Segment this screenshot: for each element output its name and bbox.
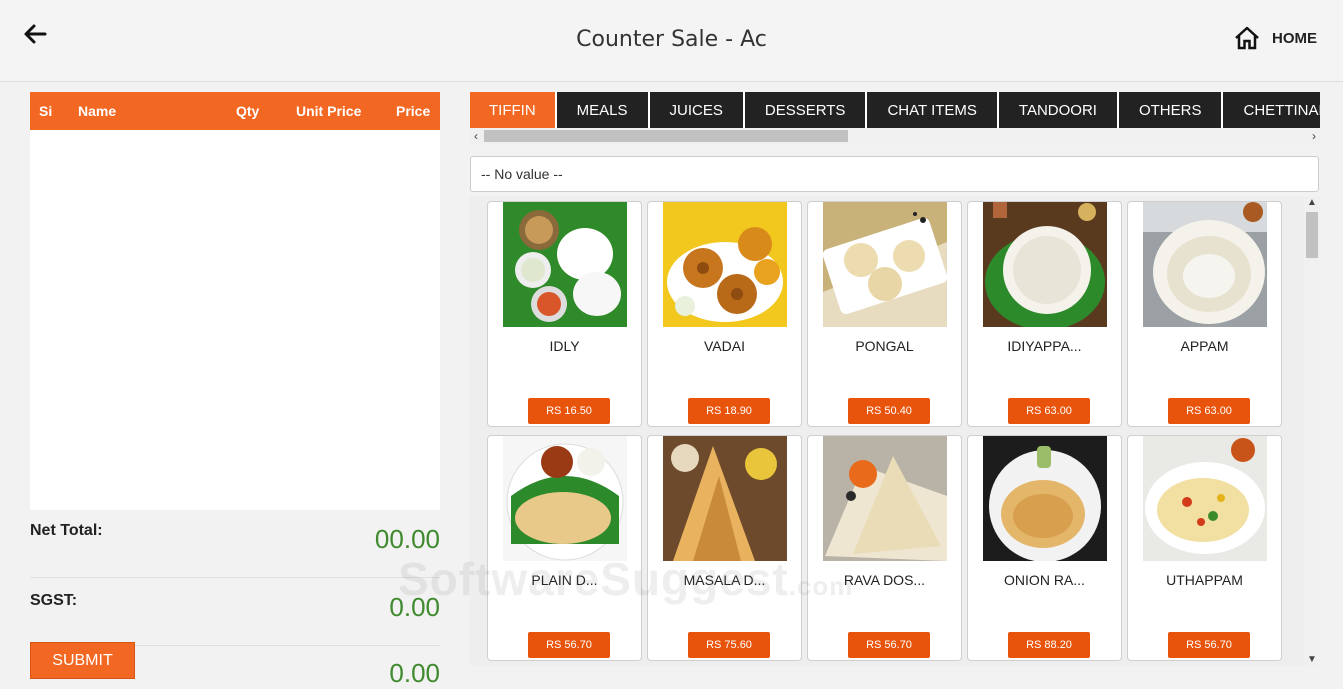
menu-item-card[interactable]: MASALA D... RS 75.60 <box>647 435 802 661</box>
menu-item-name: IDIYAPPA... <box>1007 338 1082 354</box>
net-total-label: Net Total: <box>30 522 103 539</box>
tabs-horizontal-scrollbar[interactable]: ‹ › <box>470 128 1320 144</box>
menu-item-name: APPAM <box>1180 338 1229 354</box>
tab-chettinadu[interactable]: CHETTINADU <box>1223 92 1320 128</box>
food-image <box>823 202 947 327</box>
tab-meals[interactable]: MEALS <box>556 92 650 128</box>
total-value-partial: 0.00 <box>389 658 440 688</box>
items-grid: IDLY RS 16.50 VADAI RS 18.90 PONGAL RS 50.40 I… <box>487 201 1282 661</box>
column-price: Price <box>396 103 431 119</box>
menu-item-name: VADAI <box>704 338 745 354</box>
menu-panel: TIFFIN MEALS JUICES DESSERTS CHAT ITEMS … <box>470 92 1320 679</box>
column-qty: Qty <box>236 103 260 119</box>
add-item-price-button[interactable]: RS 88.20 <box>1008 632 1090 658</box>
column-name: Name <box>78 103 117 119</box>
food-image <box>983 202 1107 327</box>
add-item-price-button[interactable]: RS 63.00 <box>1008 398 1090 424</box>
menu-item-name: UTHAPPAM <box>1166 572 1243 588</box>
scrollbar-thumb[interactable] <box>1306 212 1318 258</box>
add-item-price-button[interactable]: RS 16.50 <box>528 398 610 424</box>
menu-item-card[interactable]: UTHAPPAM RS 56.70 <box>1127 435 1282 661</box>
menu-item-card[interactable]: VADAI RS 18.90 <box>647 201 802 427</box>
menu-item-name: MASALA D... <box>683 572 766 588</box>
home-button[interactable]: HOME <box>1234 26 1317 50</box>
add-item-price-button[interactable]: RS 75.60 <box>688 632 770 658</box>
menu-item-card[interactable]: PLAIN D... RS 56.70 <box>487 435 642 661</box>
tab-desserts[interactable]: DESSERTS <box>744 92 868 128</box>
tab-tandoori[interactable]: TANDOORI <box>998 92 1119 128</box>
sgst-row: SGST: 0.00 <box>30 578 440 646</box>
column-unit-price: Unit Price <box>296 103 362 119</box>
food-image <box>1143 436 1267 561</box>
items-grid-area: IDLY RS 16.50 VADAI RS 18.90 PONGAL RS 50.40 I… <box>470 196 1320 666</box>
page-title: Counter Sale - Ac <box>576 27 767 52</box>
items-vertical-scrollbar[interactable]: ▲ ▼ <box>1304 196 1320 666</box>
tab-chat-items[interactable]: CHAT ITEMS <box>867 92 999 128</box>
sgst-value: 0.00 <box>389 592 440 622</box>
food-image <box>983 436 1107 561</box>
menu-item-card[interactable]: APPAM RS 63.00 <box>1127 201 1282 427</box>
food-image <box>663 202 787 327</box>
home-label: HOME <box>1272 29 1317 47</box>
submit-button[interactable]: SUBMIT <box>30 642 135 679</box>
tab-others[interactable]: OTHERS <box>1118 92 1224 128</box>
add-item-price-button[interactable]: RS 56.70 <box>848 632 930 658</box>
add-item-price-button[interactable]: RS 18.90 <box>688 398 770 424</box>
home-icon <box>1235 26 1259 50</box>
food-image <box>503 436 627 561</box>
scroll-down-icon[interactable]: ▼ <box>1304 654 1320 665</box>
scroll-up-icon[interactable]: ▲ <box>1304 197 1320 208</box>
menu-item-card[interactable]: ONION RA... RS 88.20 <box>967 435 1122 661</box>
food-image <box>503 202 627 327</box>
category-tabs: TIFFIN MEALS JUICES DESSERTS CHAT ITEMS … <box>470 92 1320 128</box>
tab-tiffin[interactable]: TIFFIN <box>470 92 557 128</box>
scrollbar-thumb[interactable] <box>484 130 848 142</box>
cart-panel: Si Name Qty Unit Price Price Net Total: … <box>30 92 440 688</box>
food-image <box>1143 202 1267 327</box>
top-bar: Counter Sale - Ac HOME <box>0 0 1343 82</box>
totals-section: Net Total: 00.00 SGST: 0.00 SUBMIT 0.00 <box>30 510 440 688</box>
cart-table-header: Si Name Qty Unit Price Price <box>30 92 440 130</box>
add-item-price-button[interactable]: RS 63.00 <box>1168 398 1250 424</box>
add-item-price-button[interactable]: RS 56.70 <box>1168 632 1250 658</box>
add-item-price-button[interactable]: RS 50.40 <box>848 398 930 424</box>
scroll-left-icon[interactable]: ‹ <box>474 128 478 144</box>
menu-item-name: RAVA DOS... <box>843 572 926 588</box>
column-si: Si <box>39 103 53 119</box>
net-total-row: Net Total: 00.00 <box>30 510 440 578</box>
food-image <box>663 436 787 561</box>
menu-item-card[interactable]: PONGAL RS 50.40 <box>807 201 962 427</box>
menu-item-card[interactable]: IDLY RS 16.50 <box>487 201 642 427</box>
add-item-price-button[interactable]: RS 56.70 <box>528 632 610 658</box>
menu-item-card[interactable]: IDIYAPPA... RS 63.00 <box>967 201 1122 427</box>
food-image <box>823 436 947 561</box>
net-total-value: 00.00 <box>374 524 440 554</box>
scroll-right-icon[interactable]: › <box>1312 128 1316 144</box>
tab-juices[interactable]: JUICES <box>649 92 745 128</box>
menu-item-card[interactable]: RAVA DOS... RS 56.70 <box>807 435 962 661</box>
subcategory-select[interactable]: -- No value -- <box>470 156 1319 192</box>
menu-item-name: ONION RA... <box>1004 572 1085 588</box>
menu-item-name: IDLY <box>549 338 580 354</box>
cart-items-area <box>30 130 440 510</box>
sgst-label: SGST: <box>30 592 78 609</box>
menu-item-name: PONGAL <box>855 338 914 354</box>
menu-item-name: PLAIN D... <box>531 572 598 588</box>
